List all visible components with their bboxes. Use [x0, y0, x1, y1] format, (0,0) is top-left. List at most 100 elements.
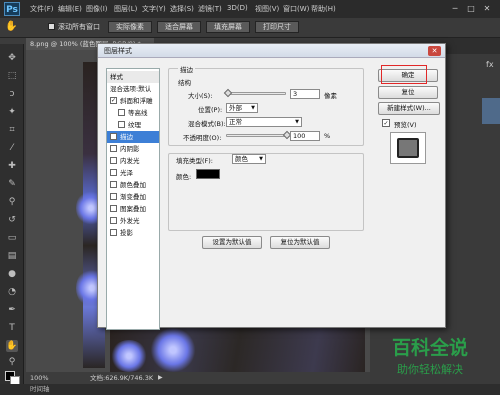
healing-brush-icon[interactable]: ✚: [6, 160, 18, 172]
menu-view[interactable]: 视图(V): [255, 4, 279, 14]
style-checkbox[interactable]: [110, 193, 117, 200]
menu-select[interactable]: 选择(S): [170, 4, 194, 14]
style-item[interactable]: 光泽: [107, 167, 159, 179]
style-checkbox[interactable]: [110, 145, 117, 152]
reset-default-button[interactable]: 复位为默认值: [270, 236, 330, 249]
menu-edit[interactable]: 编辑(E): [58, 4, 82, 14]
dropdown-arrow-icon: ▼: [295, 119, 299, 125]
blur-tool-icon[interactable]: ●: [6, 268, 18, 280]
style-checkbox[interactable]: ✓: [110, 97, 117, 104]
menu-image[interactable]: 图像(I): [86, 4, 108, 14]
move-tool-icon[interactable]: ✥: [6, 52, 18, 64]
style-item[interactable]: 内发光: [107, 155, 159, 167]
fx-icon[interactable]: fx: [486, 60, 494, 69]
opacity-input[interactable]: 100: [290, 131, 320, 141]
status-arrow-icon[interactable]: ▶: [158, 372, 163, 384]
blend-mode-label: 混合模式(B):: [188, 120, 226, 128]
scroll-all-checkbox[interactable]: [48, 23, 55, 30]
style-item[interactable]: 纹理: [107, 119, 159, 131]
style-label: 等高线: [128, 109, 148, 117]
size-input[interactable]: 3: [290, 89, 320, 99]
menu-3d[interactable]: 3D(D): [227, 4, 248, 12]
style-checkbox[interactable]: [110, 157, 117, 164]
menu-filter[interactable]: 滤镜(T): [198, 4, 222, 14]
magic-wand-icon[interactable]: ✦: [6, 106, 18, 118]
menu-type[interactable]: 文字(Y): [142, 4, 166, 14]
blend-mode-dropdown[interactable]: 正常 ▼: [226, 117, 302, 127]
dropdown-arrow-icon: ▼: [259, 156, 263, 162]
style-item[interactable]: 投影: [107, 227, 159, 239]
fill-screen-button[interactable]: 填充屏幕: [206, 21, 250, 33]
eyedropper-icon[interactable]: ⁄: [6, 142, 18, 154]
style-checkbox[interactable]: [118, 121, 125, 128]
style-item[interactable]: 颜色叠加: [107, 179, 159, 191]
style-label: 纹理: [128, 121, 141, 129]
menu-layer[interactable]: 图层(L): [114, 4, 137, 14]
position-dropdown[interactable]: 外部 ▼: [226, 103, 258, 113]
dialog-close-button[interactable]: ✕: [428, 46, 441, 56]
print-size-button[interactable]: 打印尺寸: [255, 21, 299, 33]
style-item[interactable]: 渐变叠加: [107, 191, 159, 203]
style-checkbox[interactable]: [110, 169, 117, 176]
gradient-tool-icon[interactable]: ▤: [6, 250, 18, 262]
crop-tool-icon[interactable]: ⌗: [6, 124, 18, 136]
preview-label: 预览(V): [394, 121, 417, 129]
pen-tool-icon[interactable]: ✒: [6, 304, 18, 316]
close-window-button[interactable]: ✕: [481, 3, 493, 14]
menu-file[interactable]: 文件(F): [30, 4, 54, 14]
style-checkbox[interactable]: [118, 109, 125, 116]
size-slider[interactable]: [226, 92, 286, 95]
style-item[interactable]: ✓ 斜面和浮雕: [107, 95, 159, 107]
minimize-button[interactable]: ─: [449, 3, 461, 14]
eraser-icon[interactable]: ▭: [6, 232, 18, 244]
fit-screen-button[interactable]: 适合屏幕: [157, 21, 201, 33]
style-checkbox[interactable]: [110, 205, 117, 212]
style-item[interactable]: 等高线: [107, 107, 159, 119]
lasso-tool-icon[interactable]: ↄ: [6, 88, 18, 100]
dodge-tool-icon[interactable]: ◔: [6, 286, 18, 298]
clone-stamp-icon[interactable]: ⚲: [6, 196, 18, 208]
style-item[interactable]: 外发光: [107, 215, 159, 227]
hand-tool-icon-active[interactable]: ✋: [6, 340, 18, 352]
scroll-all-label: 滚动所有窗口: [58, 23, 100, 31]
opacity-label: 不透明度(O):: [183, 134, 222, 142]
tools-panel: ✥ ⬚ ↄ ✦ ⌗ ⁄ ✚ ✎ ⚲ ↺ ▭ ▤ ● ◔ ✒ T ✋ ⚲: [0, 44, 24, 386]
history-brush-icon[interactable]: ↺: [6, 214, 18, 226]
menu-help[interactable]: 帮助(H): [311, 4, 336, 14]
style-checkbox[interactable]: ✓: [110, 133, 117, 140]
style-item[interactable]: 内阴影: [107, 143, 159, 155]
restore-button[interactable]: □: [465, 3, 477, 14]
style-label: 渐变叠加: [120, 193, 146, 201]
fill-type-dropdown[interactable]: 颜色 ▼: [232, 154, 266, 164]
layer-thumbnail[interactable]: [482, 98, 500, 124]
style-item[interactable]: 图案叠加: [107, 203, 159, 215]
dialog-title: 图层样式: [98, 44, 445, 58]
actual-pixels-button[interactable]: 实际像素: [108, 21, 152, 33]
style-checkbox[interactable]: [110, 229, 117, 236]
style-item[interactable]: 混合选项:默认: [107, 83, 159, 95]
zoom-tool-icon[interactable]: ⚲: [6, 356, 18, 368]
brush-tool-icon[interactable]: ✎: [6, 178, 18, 190]
preview-box: [390, 132, 426, 164]
styles-header[interactable]: 样式: [107, 71, 159, 83]
preview-checkbox[interactable]: ✓: [382, 119, 390, 127]
size-label: 大小(S):: [188, 92, 213, 100]
new-style-button[interactable]: 新建样式(W)...: [378, 102, 440, 115]
style-checkbox[interactable]: [110, 217, 117, 224]
style-label: 投影: [120, 229, 133, 237]
menu-window[interactable]: 窗口(W): [283, 4, 309, 14]
stroke-color-swatch[interactable]: [196, 169, 220, 179]
style-item[interactable]: ✓ 描边: [107, 131, 159, 143]
opacity-slider[interactable]: [226, 134, 286, 137]
type-tool-icon[interactable]: T: [6, 322, 18, 334]
style-checkbox[interactable]: [110, 181, 117, 188]
blend-mode-value: 正常: [229, 118, 242, 126]
doc-size-info: 文档:626.9K/746.3K: [90, 374, 154, 382]
reset-button[interactable]: 复位: [378, 86, 438, 99]
dropdown-arrow-icon: ▼: [251, 105, 255, 111]
marquee-tool-icon[interactable]: ⬚: [6, 70, 18, 82]
flower-image: [150, 328, 196, 372]
style-label: 图案叠加: [120, 205, 146, 213]
set-default-button[interactable]: 设置为默认值: [202, 236, 262, 249]
zoom-level[interactable]: 100%: [30, 372, 49, 384]
